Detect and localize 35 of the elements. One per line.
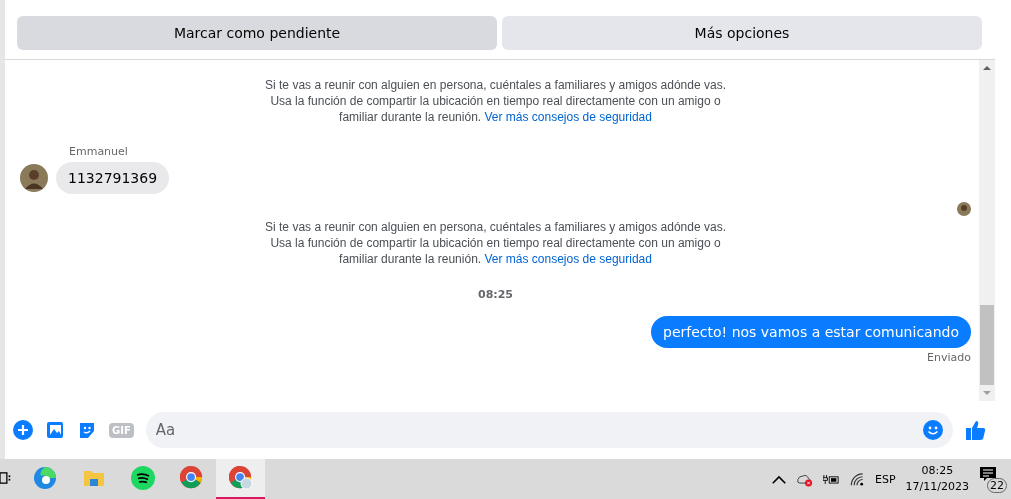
message-bubble: perfecto! nos vamos a estar comunicando [651, 316, 971, 348]
chrome-icon [179, 466, 204, 490]
emoji-icon[interactable] [923, 420, 943, 440]
language-indicator[interactable]: ESP [875, 472, 896, 486]
image-icon[interactable] [45, 420, 65, 440]
edge-icon [32, 466, 57, 490]
spotify-icon [130, 466, 155, 490]
message-bubble: 1132791369 [56, 162, 170, 194]
wifi-icon[interactable] [849, 471, 865, 487]
action-button[interactable]: Marcar como pendiente [17, 16, 497, 50]
scroll-up-icon[interactable] [983, 64, 991, 72]
add-icon[interactable] [13, 420, 33, 440]
sticker-icon[interactable] [77, 420, 97, 440]
scrollbar[interactable] [979, 60, 995, 401]
safety-tips-link[interactable]: Ver más consejos de seguridad [484, 110, 652, 124]
taskbar-app[interactable] [216, 459, 265, 499]
timestamp: 08:25 [478, 288, 513, 301]
notification-count: 22 [987, 478, 1007, 493]
chrome-icon [228, 466, 253, 490]
task-view-icon [0, 469, 12, 487]
safety-notice: Si te vas a reunir con alguien en persona, cuéntales a familiares y amigos adónde vas. Usa la función de compartir la ubicación en tiempo real directamente con un amigo o familiar durante la reunión. Ver más consejos de seguridad [264, 77, 727, 125]
message-input[interactable]: Aa [145, 412, 953, 448]
sender-name: Emmanuel [69, 145, 129, 158]
seen-avatar-icon [957, 202, 971, 216]
safety-tips-link[interactable]: Ver más consejos de seguridad [484, 252, 652, 266]
scroll-thumb[interactable] [980, 305, 994, 385]
scroll-down-icon[interactable] [983, 389, 991, 397]
thumbs-up-icon[interactable] [965, 419, 987, 441]
safety-notice: Si te vas a reunir con alguien en persona, cuéntales a familiares y amigos adónde vas. Usa la función de compartir la ubicación en tiempo real directamente con un amigo o familiar durante la reunión. Ver más consejos de seguridad [264, 219, 727, 267]
avatar-icon [20, 164, 48, 192]
notification-icon[interactable] [979, 466, 997, 482]
clock-time[interactable]: 08:25 [921, 463, 954, 479]
clock-date[interactable]: 17/11/2023 [905, 479, 969, 495]
sent-status: Enviado [927, 351, 971, 364]
action-button[interactable]: Más opciones [502, 16, 982, 50]
